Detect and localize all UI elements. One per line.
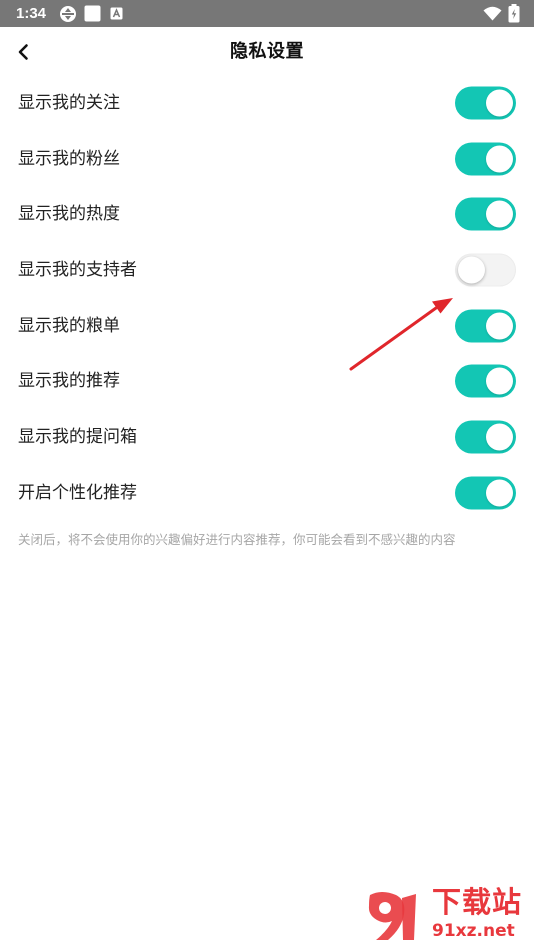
show-recommendations-toggle[interactable] — [455, 364, 516, 398]
status-bar: 1:34 — [0, 0, 534, 27]
page-title: 隐私设置 — [230, 41, 304, 62]
watermark-title: 下载站 — [432, 885, 523, 919]
toggle-knob — [458, 256, 485, 284]
watermark-logo: 下载站 91xz.net — [362, 886, 534, 948]
status-time: 1:34 — [16, 5, 47, 22]
toggle-knob — [486, 200, 513, 228]
setting-label: 显示我的关注 — [18, 92, 120, 113]
notification-square-icon — [84, 5, 101, 22]
setting-label: 显示我的提问箱 — [18, 426, 137, 447]
show-fans-toggle[interactable] — [455, 142, 516, 176]
setting-row-show-popularity: 显示我的热度 — [0, 186, 534, 242]
show-popularity-toggle[interactable] — [455, 197, 516, 231]
watermark-badge-icon — [362, 890, 424, 946]
show-supporters-toggle[interactable] — [455, 253, 516, 287]
setting-label: 显示我的粮单 — [18, 315, 120, 336]
toggle-knob — [486, 145, 513, 173]
personalized-recommendation-toggle[interactable] — [455, 476, 516, 510]
setting-label: 显示我的推荐 — [18, 371, 120, 392]
toggle-knob — [486, 312, 513, 340]
setting-label: 开启个性化推荐 — [18, 482, 137, 503]
show-booklist-toggle[interactable] — [455, 309, 516, 343]
setting-label: 显示我的热度 — [18, 204, 120, 225]
settings-list: 显示我的关注 显示我的粉丝 显示我的热度 显示我的支持者 显示我的粮单 显示我的… — [0, 75, 534, 521]
setting-row-show-supporters: 显示我的支持者 — [0, 242, 534, 298]
setting-row-show-following: 显示我的关注 — [0, 75, 534, 131]
setting-label: 显示我的粉丝 — [18, 148, 120, 169]
toggle-knob — [486, 89, 513, 117]
toggle-knob — [486, 479, 513, 507]
personalization-note: 关闭后，将不会使用你的兴趣偏好进行内容推荐，你可能会看到不感兴趣的内容 — [18, 532, 456, 547]
show-question-box-toggle[interactable] — [455, 420, 516, 454]
wifi-icon — [483, 6, 502, 21]
watermark-url: 91xz.net — [432, 921, 515, 941]
setting-row-personalized-recommendation: 开启个性化推荐 — [0, 465, 534, 521]
setting-row-show-booklist: 显示我的粮单 — [0, 298, 534, 354]
top-nav-bar: 隐私设置 — [0, 27, 534, 77]
setting-row-show-fans: 显示我的粉丝 — [0, 131, 534, 187]
setting-row-show-recommendations: 显示我的推荐 — [0, 353, 534, 409]
toggle-knob — [486, 423, 513, 451]
show-following-toggle[interactable] — [455, 86, 516, 120]
sync-icon — [59, 5, 77, 23]
setting-row-show-question-box: 显示我的提问箱 — [0, 409, 534, 465]
setting-label: 显示我的支持者 — [18, 259, 137, 280]
battery-charging-icon — [508, 4, 520, 23]
a-square-icon — [110, 7, 123, 20]
toggle-knob — [486, 367, 513, 395]
